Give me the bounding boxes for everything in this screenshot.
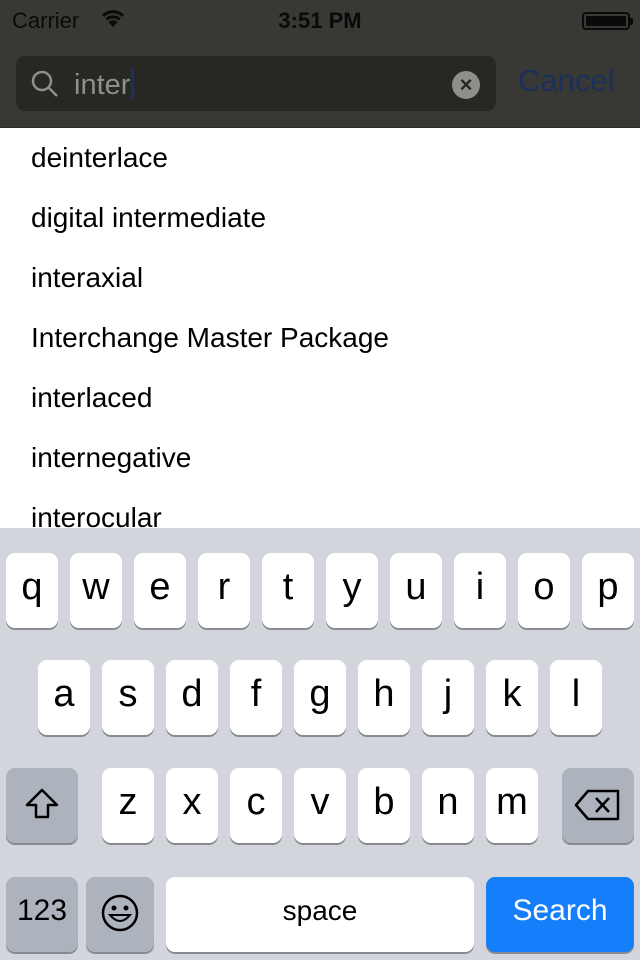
- battery-icon: [582, 12, 633, 30]
- key-n[interactable]: n: [422, 768, 474, 843]
- search-input[interactable]: inter ×: [16, 56, 496, 111]
- keyboard: 123 space Search qwertyuiop asdfghjkl zxcv…: [0, 528, 640, 960]
- clear-icon[interactable]: ×: [452, 71, 480, 99]
- key-z[interactable]: z: [102, 768, 154, 843]
- key-q[interactable]: q: [6, 553, 58, 628]
- results-list: deinterlace digital intermediate interax…: [0, 128, 640, 548]
- delete-key[interactable]: [562, 768, 634, 843]
- key-m[interactable]: m: [486, 768, 538, 843]
- key-a[interactable]: a: [38, 660, 90, 735]
- key-j[interactable]: j: [422, 660, 474, 735]
- cancel-button[interactable]: Cancel: [518, 63, 615, 99]
- key-l[interactable]: l: [550, 660, 602, 735]
- key-t[interactable]: t: [262, 553, 314, 628]
- key-i[interactable]: i: [454, 553, 506, 628]
- status-time: 3:51 PM: [278, 8, 362, 33]
- list-item[interactable]: interlaced: [0, 368, 640, 428]
- key-p[interactable]: p: [582, 553, 634, 628]
- list-item[interactable]: interaxial: [0, 248, 640, 308]
- emoji-key[interactable]: [86, 877, 154, 952]
- key-w[interactable]: w: [70, 553, 122, 628]
- key-k[interactable]: k: [486, 660, 538, 735]
- key-d[interactable]: d: [166, 660, 218, 735]
- list-item[interactable]: internegative: [0, 428, 640, 488]
- key-e[interactable]: e: [134, 553, 186, 628]
- key-y[interactable]: y: [326, 553, 378, 628]
- search-icon: [30, 69, 60, 104]
- list-item[interactable]: Interchange Master Package: [0, 308, 640, 368]
- list-item[interactable]: digital intermediate: [0, 188, 640, 248]
- key-x[interactable]: x: [166, 768, 218, 843]
- search-header: Carrier 3:51 PM inter × Cancel: [0, 0, 640, 128]
- key-g[interactable]: g: [294, 660, 346, 735]
- key-v[interactable]: v: [294, 768, 346, 843]
- key-b[interactable]: b: [358, 768, 410, 843]
- search-key[interactable]: Search: [486, 877, 634, 952]
- shift-key[interactable]: [6, 768, 78, 843]
- key-c[interactable]: c: [230, 768, 282, 843]
- key-f[interactable]: f: [230, 660, 282, 735]
- search-query: inter: [74, 69, 131, 101]
- key-u[interactable]: u: [390, 553, 442, 628]
- key-h[interactable]: h: [358, 660, 410, 735]
- key-s[interactable]: s: [102, 660, 154, 735]
- key-r[interactable]: r: [198, 553, 250, 628]
- key-o[interactable]: o: [518, 553, 570, 628]
- text-caret: [131, 67, 135, 100]
- list-item[interactable]: deinterlace: [0, 128, 640, 188]
- space-key[interactable]: space: [166, 877, 474, 952]
- numbers-key[interactable]: 123: [6, 877, 78, 952]
